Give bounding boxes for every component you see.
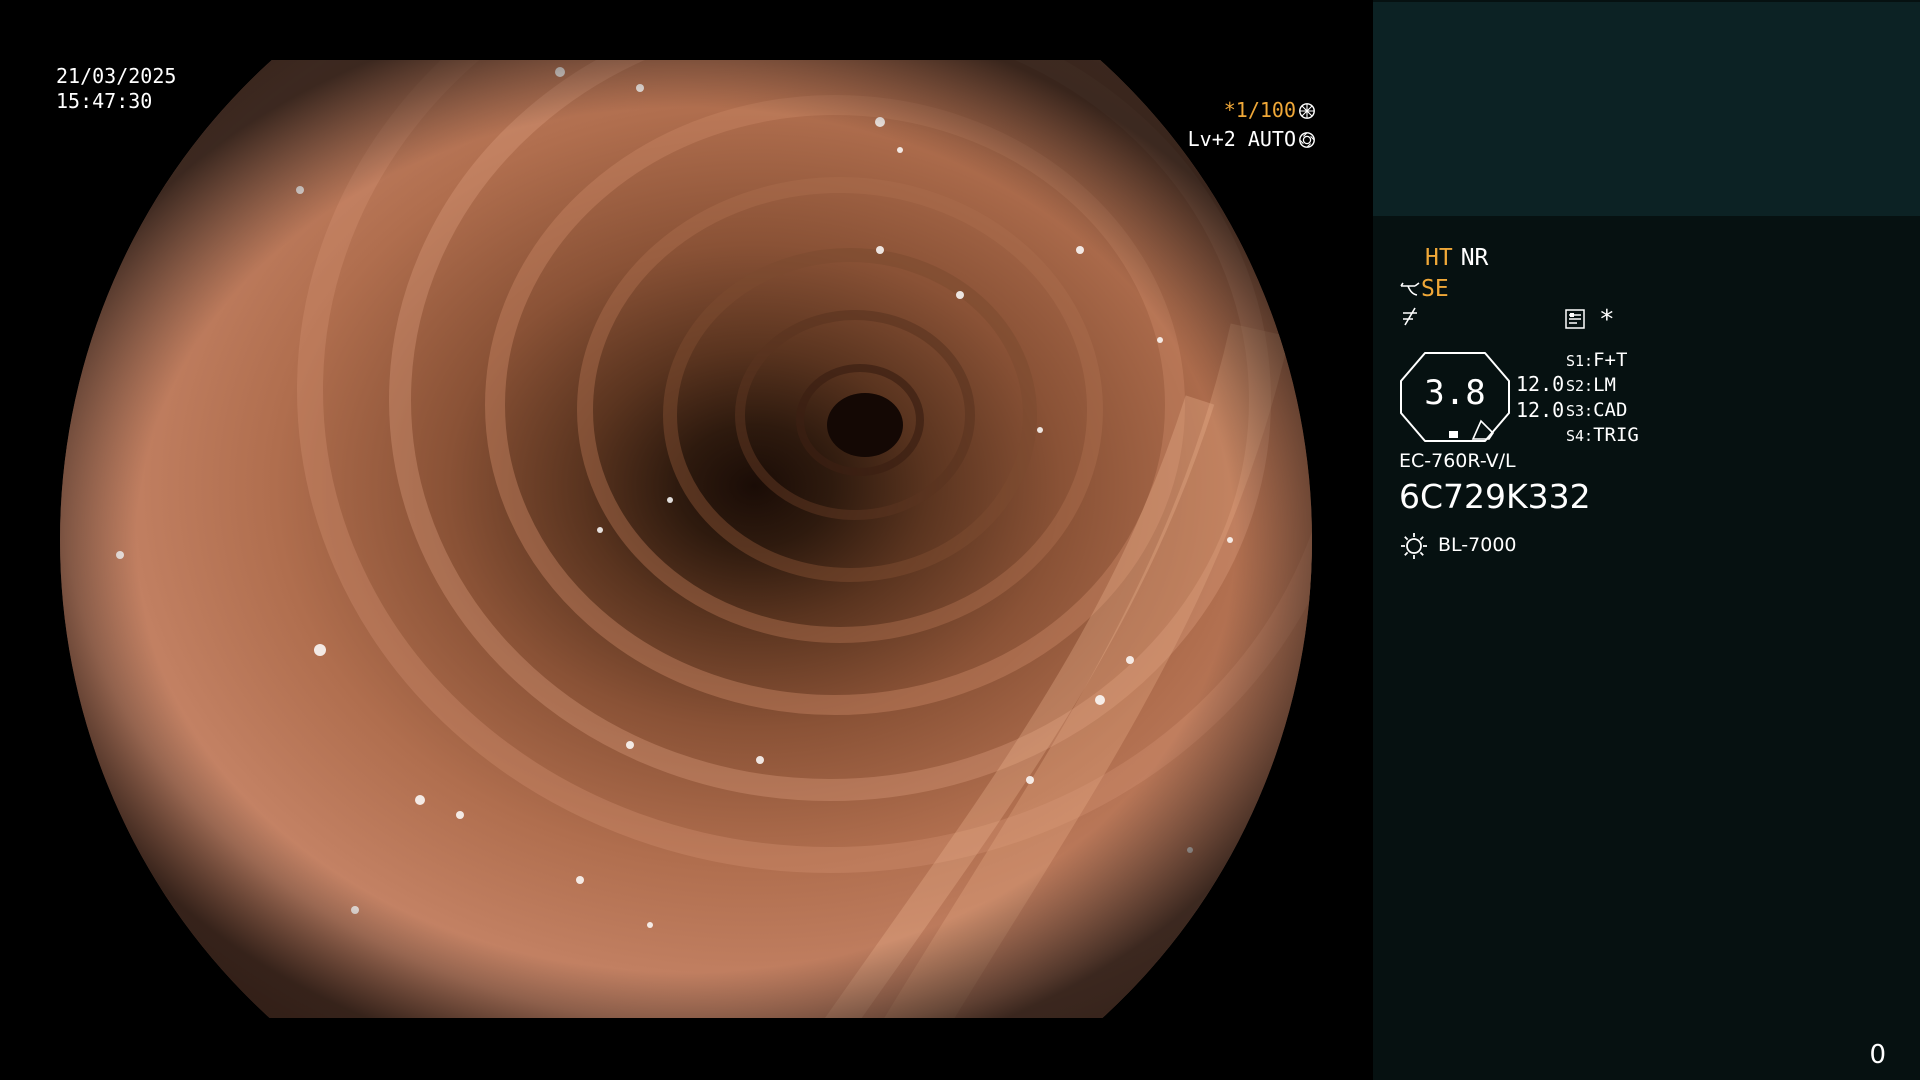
switch-key: S4: <box>1566 427 1594 445</box>
mode-nr: NR <box>1460 245 1489 271</box>
endoscope-view: 21/03/2025 15:47:30 *1/100 Lv+2 AUTO <box>0 0 1372 1080</box>
memo-icon <box>1565 309 1585 329</box>
sharpness-icon <box>1403 307 1417 326</box>
value-a: 12.0 <box>1516 372 1565 396</box>
panel-header-area <box>1373 2 1920 216</box>
light-source-icon <box>1401 533 1427 559</box>
iris-icon <box>1299 132 1315 148</box>
aperture-icon <box>1299 103 1315 119</box>
value-b: 12.0 <box>1516 398 1565 422</box>
switch-function: TRIG <box>1593 424 1639 446</box>
sharpness <box>1399 305 1421 335</box>
switch-key: S3: <box>1566 402 1594 420</box>
shutter-readout: *1/100 <box>1056 98 1316 123</box>
image-counter: 0 <box>1869 1040 1886 1070</box>
structure-enhance: SE <box>1399 275 1449 303</box>
endoscopy-monitor: 21/03/2025 15:47:30 *1/100 Lv+2 AUTO HT N… <box>0 0 1920 1080</box>
datetime-readout: 21/03/2025 15:47:30 <box>56 64 176 114</box>
switch-function: F+T <box>1593 349 1628 371</box>
zoom-value: 3.8 <box>1424 373 1486 413</box>
iris-text: Lv+2 AUTO <box>1187 127 1296 151</box>
date-text: 21/03/2025 <box>56 64 177 88</box>
iris-readout: Lv+2 AUTO <box>1056 127 1316 152</box>
endoscopic-image <box>60 60 1312 1018</box>
switch-key: S1: <box>1566 352 1594 370</box>
structure-enhance-icon <box>1400 282 1420 296</box>
asterisk-mark: * <box>1599 305 1615 335</box>
switch-1: S1:F+T <box>1566 349 1627 371</box>
switch-4: S4:TRIG <box>1566 424 1639 446</box>
se-text: SE <box>1421 276 1449 302</box>
switch-function: CAD <box>1593 399 1628 421</box>
info-panel: HT NR SE * 3.8 12.0 12.0 S1:F+T S2:LM S3… <box>1373 0 1920 1080</box>
light-source-model: BL-7000 <box>1438 534 1517 556</box>
mode-indicators: HT NR <box>1425 244 1496 272</box>
time-text: 15:47:30 <box>56 89 153 113</box>
mode-ht: HT <box>1425 245 1453 271</box>
switch-function: LM <box>1593 374 1616 396</box>
switch-2: S2:LM <box>1566 374 1616 396</box>
shutter-text: *1/100 <box>1223 98 1296 122</box>
switch-key: S2: <box>1566 377 1594 395</box>
scope-model: EC-760R-V/L <box>1399 450 1516 472</box>
scope-serial: 6C729K332 <box>1399 477 1591 516</box>
switch-3: S3:CAD <box>1566 399 1627 421</box>
zoom-indicator: 3.8 <box>1399 351 1511 443</box>
